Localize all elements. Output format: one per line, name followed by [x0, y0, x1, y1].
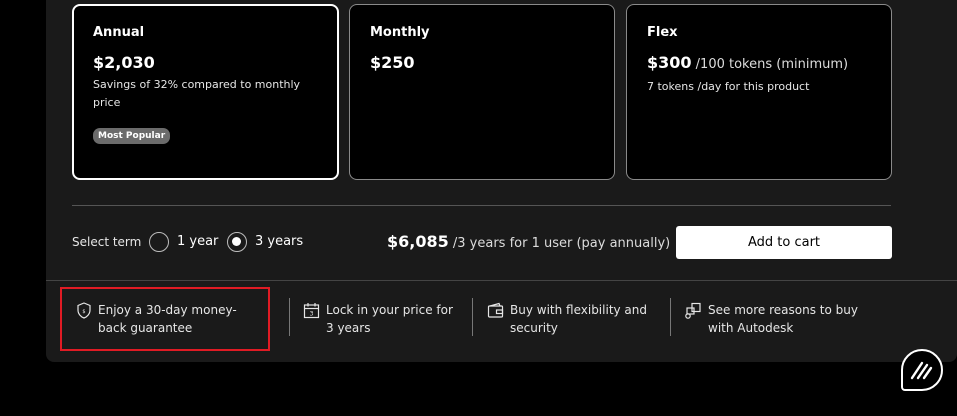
feature-text[interactable]: See more reasons to buy with Autodesk [708, 301, 884, 337]
highlight-box [60, 287, 270, 351]
boxes-icon [684, 301, 702, 319]
plan-price-amount: $300 [647, 53, 692, 72]
feature-text: Lock in your price for 3 years [326, 303, 453, 335]
plan-price-unit: /100 tokens (minimum) [691, 57, 849, 72]
plan-card-annual[interactable]: Annual $2,030 Savings of 32% compared to… [72, 4, 339, 180]
term-selector-row: Select term 1 year 3 years $6,085 /3 yea… [72, 226, 892, 259]
plan-price: $250 [370, 53, 415, 72]
feature-text: Buy with flexibility and security [510, 303, 648, 335]
divider [72, 205, 891, 206]
plan-name: Monthly [370, 25, 430, 40]
plan-description: Savings of 32% compared to monthly price [93, 78, 301, 109]
chat-icon [910, 361, 933, 380]
svg-text:3: 3 [310, 310, 314, 317]
feature-separator [289, 298, 290, 336]
plan-description: 7 tokens /day for this product [647, 80, 810, 93]
plan-price: $2,030 [93, 53, 155, 72]
chat-button[interactable] [901, 349, 943, 391]
calendar-icon: 3 [303, 301, 320, 319]
features-divider [46, 280, 957, 281]
feature-separator [472, 298, 473, 336]
total-amount: $6,085 [387, 232, 449, 251]
total-price: $6,085 /3 years for 1 user (pay annually… [387, 232, 670, 251]
total-detail: /3 years for 1 user (pay annually) [448, 236, 671, 251]
term-radio-1-year[interactable] [149, 232, 169, 252]
term-option-1-year[interactable]: 1 year [177, 234, 218, 249]
feature-more-reasons[interactable]: See more reasons to buy with Autodesk [684, 301, 884, 337]
select-term-label: Select term [72, 235, 142, 249]
plan-price: $300 /100 tokens (minimum) [647, 53, 871, 75]
plan-name: Flex [647, 25, 678, 40]
term-radio-3-years[interactable] [227, 232, 247, 252]
plan-card-monthly[interactable]: Monthly $250 [349, 4, 615, 180]
wallet-icon [487, 301, 504, 319]
plan-card-flex[interactable]: Flex $300 /100 tokens (minimum) 7 tokens… [626, 4, 892, 180]
feature-separator [670, 298, 671, 336]
feature-price-lock: 3 Lock in your price for 3 years [303, 301, 463, 337]
most-popular-badge: Most Popular [93, 128, 171, 144]
plan-name: Annual [93, 25, 145, 40]
feature-flexibility: Buy with flexibility and security [487, 301, 657, 337]
add-to-cart-button[interactable]: Add to cart [676, 226, 892, 259]
term-option-3-years[interactable]: 3 years [255, 234, 303, 249]
